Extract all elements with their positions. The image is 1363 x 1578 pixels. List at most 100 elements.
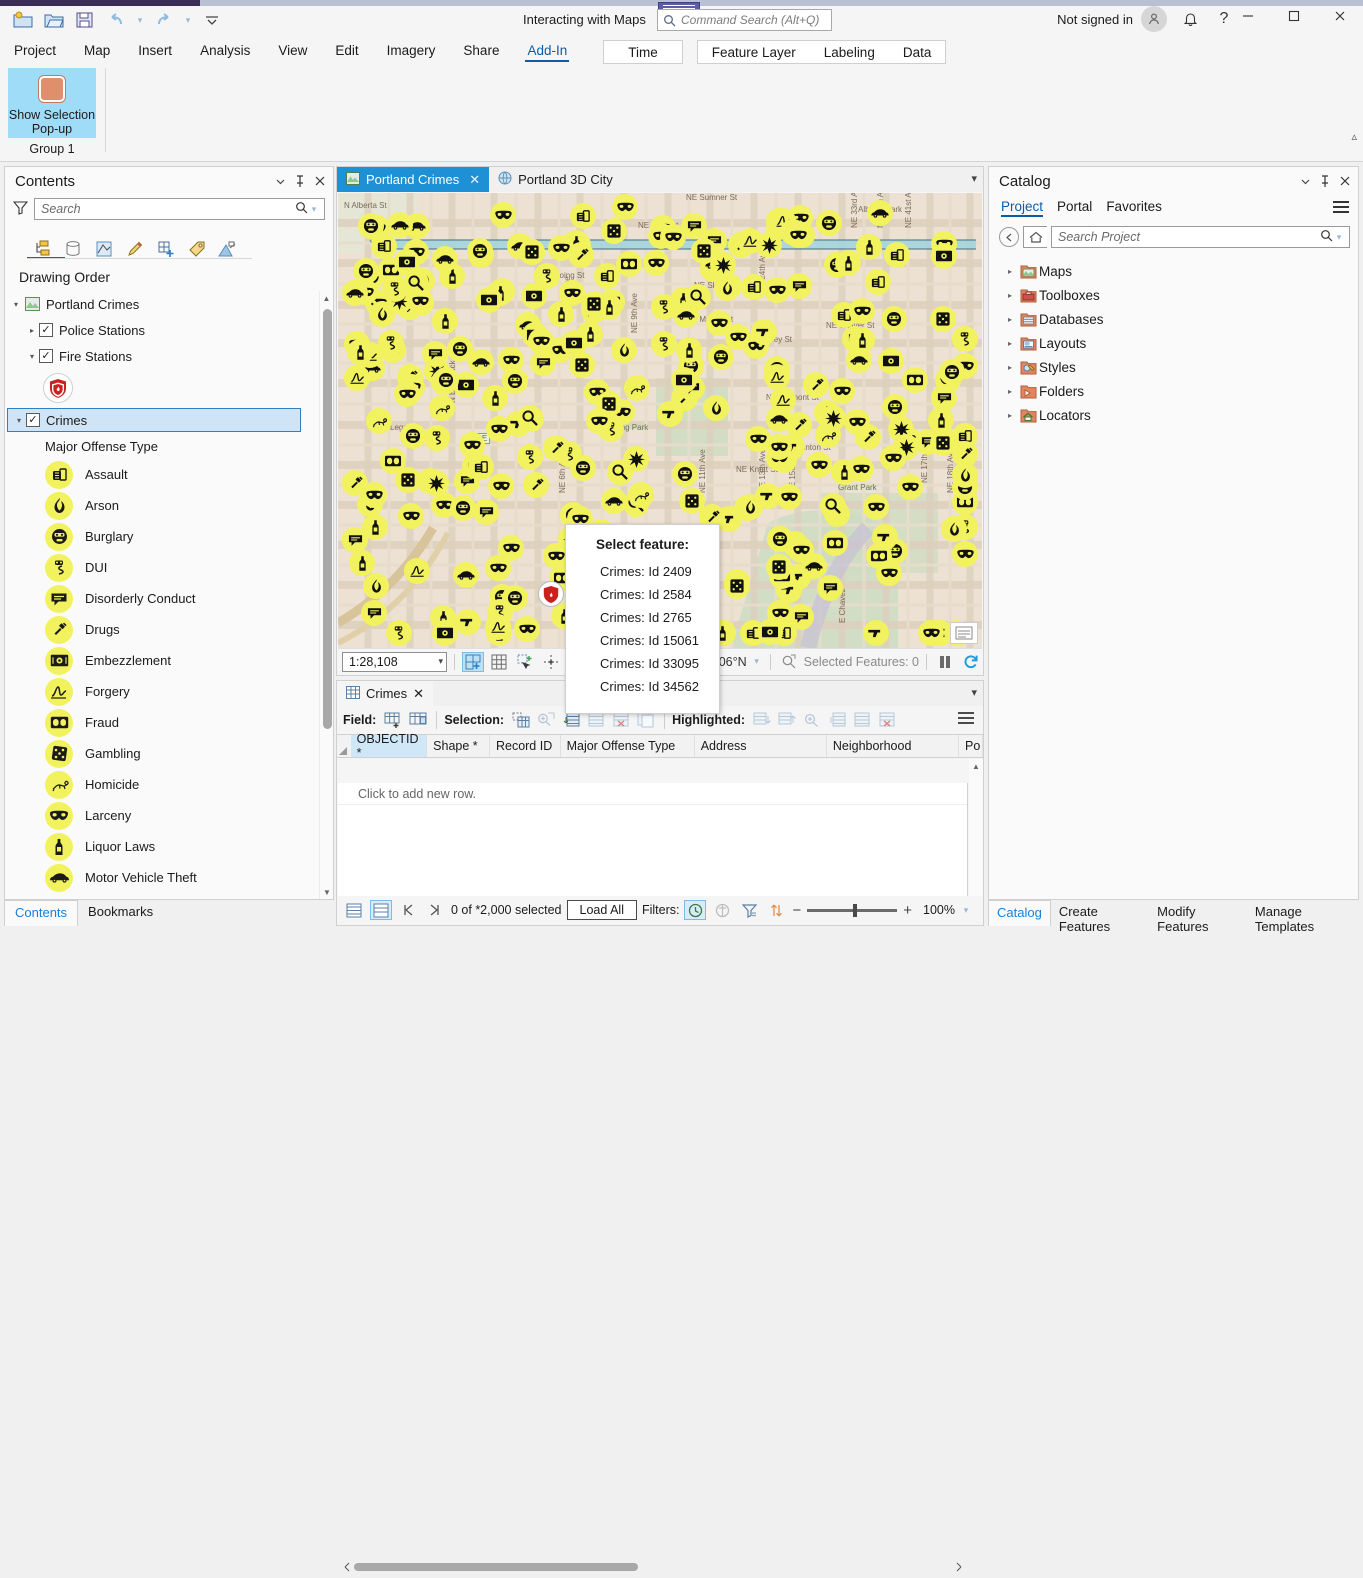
crime-marker[interactable] (624, 375, 650, 401)
tree-node-crimes[interactable]: ▾ ✓ Crimes (7, 408, 301, 432)
table-view-icon[interactable] (343, 900, 365, 920)
crime-marker[interactable] (820, 493, 846, 519)
crime-marker[interactable] (902, 367, 928, 393)
show-selection-popup-button[interactable]: Show Selection Pop-up (8, 68, 96, 138)
table-tab-crimes[interactable]: Crimes ✕ (337, 681, 433, 706)
crime-marker[interactable] (623, 446, 649, 472)
column-header-shape[interactable]: Shape * (427, 735, 490, 757)
crime-marker[interactable] (651, 331, 677, 357)
table-options-menu-icon[interactable] (957, 711, 975, 728)
crime-marker[interactable] (952, 326, 978, 352)
crime-marker[interactable] (676, 337, 702, 363)
crime-marker[interactable] (455, 609, 481, 635)
first-record-icon[interactable] (397, 900, 419, 920)
crime-marker[interactable] (432, 308, 458, 334)
avatar[interactable] (1141, 6, 1167, 32)
catalog-pin-icon[interactable] (1316, 172, 1334, 190)
zoom-in-icon[interactable]: + (903, 902, 912, 919)
switch-highlight-icon[interactable] (826, 709, 848, 731)
crime-marker[interactable] (502, 368, 528, 394)
crime-marker[interactable] (806, 452, 832, 478)
crime-marker[interactable] (394, 381, 420, 407)
crime-marker[interactable] (897, 474, 923, 500)
crime-marker[interactable] (849, 327, 875, 353)
crime-marker[interactable] (756, 232, 782, 258)
map-tab-overflow-icon[interactable]: ▾ (971, 172, 977, 185)
catalog-item-styles[interactable]: ▸ Styles (989, 355, 1358, 379)
crime-marker[interactable] (643, 250, 669, 276)
list-by-snapping-icon[interactable] (155, 237, 177, 259)
symbol-row-larceny[interactable]: Larceny (5, 800, 319, 831)
symbol-row-burglary[interactable]: Burglary (5, 521, 319, 552)
contents-search-input[interactable]: Search ▾ (34, 198, 325, 220)
scrollbar-thumb[interactable] (323, 309, 332, 729)
crime-marker[interactable] (523, 472, 549, 498)
crime-marker[interactable] (928, 407, 954, 433)
selected-features-icon[interactable] (778, 652, 800, 672)
crime-marker[interactable] (473, 499, 499, 525)
symbol-row-forgery[interactable]: Forgery (5, 676, 319, 707)
search-icon[interactable] (295, 201, 308, 217)
bottom-tab-manage-templates[interactable]: Manage Templates (1247, 900, 1359, 926)
crime-marker[interactable] (528, 328, 554, 354)
crime-marker[interactable] (708, 344, 734, 370)
expand-arrow-icon[interactable]: ▸ (1003, 315, 1017, 324)
crime-marker[interactable] (349, 550, 375, 576)
contents-menu-icon[interactable] (271, 172, 289, 190)
crime-marker[interactable] (863, 620, 889, 646)
filter-icon[interactable] (13, 200, 28, 218)
popup-item-3[interactable]: Crimes: Id 15061 (566, 629, 719, 652)
crime-marker[interactable] (422, 341, 448, 367)
list-by-labeling-icon[interactable] (186, 237, 208, 259)
crime-marker[interactable] (829, 378, 855, 404)
select-all-corner[interactable] (337, 735, 351, 757)
crime-marker[interactable] (801, 553, 827, 579)
crime-marker[interactable] (767, 600, 793, 626)
ribbon-tab-view[interactable]: View (264, 40, 321, 64)
add-new-row[interactable]: Click to add new row. (338, 783, 967, 805)
crime-marker[interactable] (848, 456, 874, 482)
crime-marker[interactable] (706, 310, 732, 336)
popup-item-2[interactable]: Crimes: Id 2765 (566, 606, 719, 629)
remove-highlight-icon[interactable] (776, 709, 798, 731)
ribbon-tab-analysis[interactable]: Analysis (186, 40, 264, 64)
crime-marker[interactable] (398, 503, 424, 529)
minimize-button[interactable] (1225, 0, 1271, 32)
crime-marker[interactable] (822, 530, 848, 556)
crime-marker[interactable] (703, 395, 729, 421)
collapse-arrow-icon[interactable]: ▸ (25, 326, 39, 335)
sort-icon[interactable] (765, 900, 787, 920)
symbol-row-assault[interactable]: Assault (5, 459, 319, 490)
command-search-input[interactable]: Command Search (Alt+Q) (657, 9, 832, 31)
zoom-slider-knob[interactable] (853, 904, 857, 917)
column-header-address[interactable]: Address (695, 735, 827, 757)
close-tab-icon[interactable]: ✕ (413, 686, 424, 702)
popup-item-0[interactable]: Crimes: Id 2409 (566, 560, 719, 583)
table-zoom-slider[interactable]: − + (792, 902, 912, 919)
ribbon-tab-time[interactable]: Time (604, 43, 682, 62)
contents-pin-icon[interactable] (291, 172, 309, 190)
crime-marker[interactable] (766, 406, 792, 432)
crime-marker[interactable] (386, 620, 412, 646)
catalog-search-dropdown-icon[interactable]: ▾ (1333, 232, 1345, 243)
show-highlight-icon[interactable] (851, 709, 873, 731)
table-tab-overflow-icon[interactable]: ▾ (971, 686, 977, 699)
bottom-tab-create-features[interactable]: Create Features (1051, 900, 1149, 926)
crime-marker[interactable] (751, 319, 777, 345)
column-header-police-district[interactable]: Po (959, 735, 983, 757)
crime-marker[interactable] (488, 473, 514, 499)
crime-marker[interactable] (476, 287, 502, 313)
time-filter-icon[interactable] (684, 900, 706, 920)
crime-marker[interactable] (863, 494, 889, 520)
list-by-diagram-icon[interactable] (217, 237, 239, 259)
undo-icon[interactable] (103, 7, 129, 33)
crime-marker[interactable] (766, 434, 792, 460)
catalog-item-folders[interactable]: ▸ Folders (989, 379, 1358, 403)
crime-marker[interactable] (361, 482, 387, 508)
redo-dropdown-icon[interactable]: ▾ (182, 15, 194, 26)
crime-marker[interactable] (447, 336, 473, 362)
map-tab-portland-crimes[interactable]: Portland Crimes ✕ (337, 167, 489, 192)
crime-marker[interactable] (803, 372, 829, 398)
crime-marker[interactable] (820, 405, 846, 431)
crime-marker[interactable] (429, 395, 455, 421)
